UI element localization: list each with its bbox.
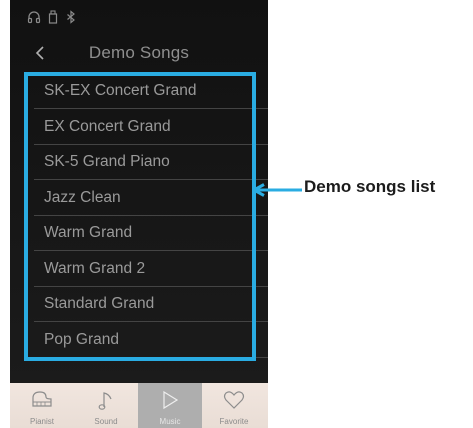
- nav-bar: Demo Songs: [10, 36, 268, 70]
- page-title: Demo Songs: [88, 43, 190, 62]
- usb-icon: [46, 10, 60, 24]
- list-item[interactable]: SK-5 Grand Piano: [19, 145, 268, 180]
- list-item[interactable]: SK-EX Concert Grand: [19, 74, 268, 109]
- music-note-icon: [98, 392, 112, 410]
- tab-pianist[interactable]: Pianist: [10, 383, 74, 428]
- demo-songs-list: SK-EX Concert Grand EX Concert Grand SK-…: [19, 74, 268, 364]
- tab-music[interactable]: Music: [138, 383, 202, 428]
- callout-label: Demo songs list: [304, 177, 436, 196]
- list-item[interactable]: Warm Grand 2: [19, 252, 268, 287]
- list-item-label: Pop Grand: [44, 331, 119, 348]
- list-item-label: EX Concert Grand: [44, 118, 171, 135]
- list-item-label: Standard Grand: [44, 295, 155, 312]
- play-icon: [163, 390, 179, 410]
- divider: [34, 321, 268, 322]
- list-item[interactable]: Standard Grand: [19, 287, 268, 322]
- heart-icon: [223, 391, 245, 409]
- tab-label: Sound: [94, 417, 118, 426]
- tab-label: Favorite: [219, 417, 249, 426]
- divider: [34, 357, 268, 358]
- tab-sound[interactable]: Sound: [74, 383, 138, 428]
- piano-icon: [32, 391, 52, 407]
- tab-label: Music: [159, 417, 181, 426]
- list-item-label: Warm Grand: [44, 224, 133, 241]
- list-item[interactable]: EX Concert Grand: [19, 110, 268, 145]
- app-screen: Demo Songs SK-EX Concert Grand EX Concer…: [10, 0, 268, 383]
- tab-favorite[interactable]: Favorite: [202, 383, 266, 428]
- bluetooth-icon: [64, 10, 78, 24]
- list-item-label: SK-EX Concert Grand: [44, 82, 197, 99]
- divider: [34, 108, 268, 109]
- app-screenshot: Demo Songs SK-EX Concert Grand EX Concer…: [10, 0, 268, 428]
- list-item[interactable]: Pop Grand: [19, 323, 268, 358]
- list-item-label: SK-5 Grand Piano: [44, 153, 170, 170]
- list-item[interactable]: Warm Grand: [19, 216, 268, 251]
- callout-arrow: [253, 183, 302, 197]
- list-item[interactable]: Jazz Clean: [19, 181, 268, 216]
- headphones-icon: [27, 10, 41, 24]
- status-bar: [10, 0, 268, 34]
- tab-bar: Pianist Sound Music Favorite: [10, 383, 268, 428]
- divider: [34, 179, 268, 180]
- list-item-label: Jazz Clean: [44, 189, 121, 206]
- tab-label: Pianist: [29, 417, 54, 426]
- divider: [34, 250, 268, 251]
- list-item-label: Warm Grand 2: [44, 260, 146, 277]
